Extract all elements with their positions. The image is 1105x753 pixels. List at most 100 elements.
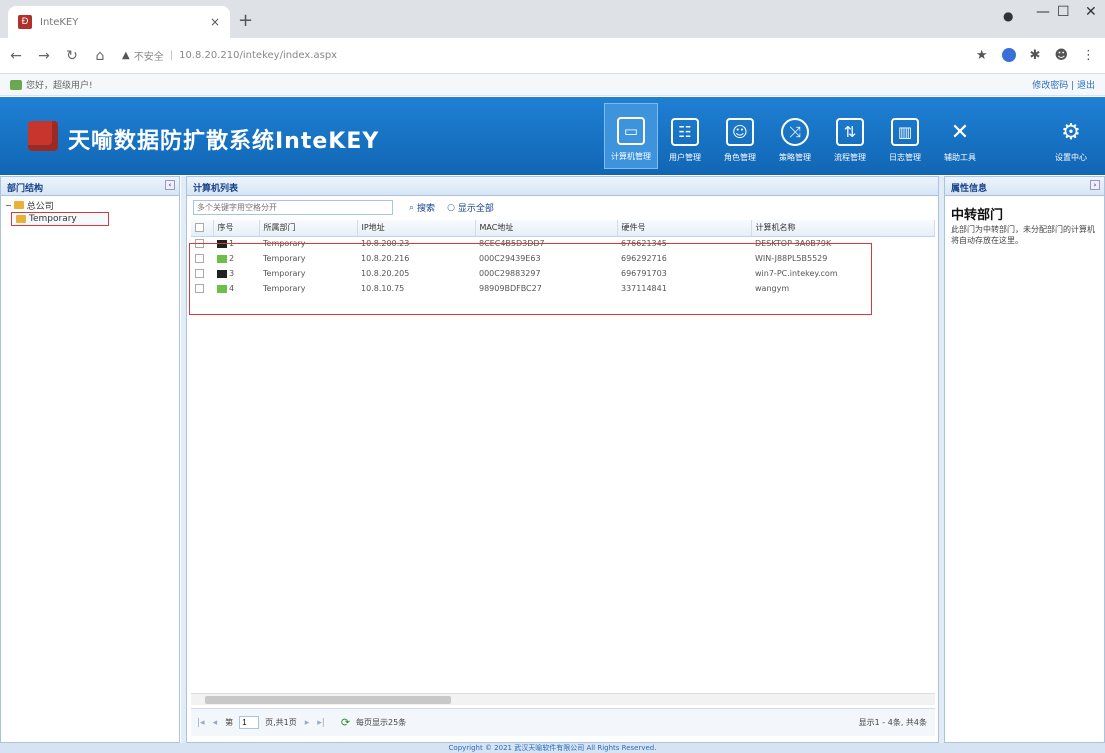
collapse-left-button[interactable]: ‹ bbox=[165, 180, 175, 190]
search-input[interactable] bbox=[193, 200, 393, 215]
computer-list-title: 计算机列表 bbox=[193, 184, 239, 194]
nav-label: 日志管理 bbox=[889, 153, 921, 162]
nav-flow-management[interactable]: ⇅ 流程管理 bbox=[823, 103, 877, 169]
security-warning-text: 不安全 bbox=[133, 52, 164, 63]
dept-cell: Temporary bbox=[263, 239, 306, 249]
show-all-button[interactable]: ○ 显示全部 bbox=[447, 201, 494, 215]
tree-expand-icon[interactable]: − bbox=[5, 201, 12, 210]
nav-log-management[interactable]: ▥ 日志管理 bbox=[878, 103, 932, 169]
profile-dot-icon[interactable]: ● bbox=[1003, 9, 1013, 23]
magnifier-icon: ○ bbox=[447, 202, 455, 213]
app-logo-icon bbox=[28, 121, 58, 151]
row-checkbox[interactable] bbox=[195, 284, 204, 293]
minimize-button[interactable]: — bbox=[1036, 4, 1050, 20]
dept-cell: Temporary bbox=[263, 254, 306, 263]
maximize-button[interactable]: ☐ bbox=[1057, 4, 1070, 20]
nav-user-management[interactable]: ☷ 用户管理 bbox=[658, 103, 712, 169]
table-row[interactable]: 4 Temporary 10.8.10.75 98909BDFBC27 3371… bbox=[191, 281, 935, 296]
menu-dots-icon[interactable]: ⋮ bbox=[1082, 48, 1095, 63]
computer-online-icon bbox=[217, 284, 227, 293]
bookmark-star-icon[interactable]: ★ bbox=[976, 48, 988, 63]
hardware-cell: 676621345 bbox=[621, 239, 667, 249]
row-checkbox[interactable] bbox=[195, 239, 204, 249]
forward-arrow-icon[interactable]: → bbox=[38, 48, 50, 64]
refresh-icon[interactable]: ⟳ bbox=[341, 716, 350, 729]
table-body: 1 Temporary 10.8.200.23 8CEC4B5D3DD7 676… bbox=[191, 236, 935, 296]
col-header[interactable]: 计算机名称 bbox=[751, 220, 935, 237]
roles-icon: ☺ bbox=[726, 118, 754, 146]
col-header[interactable]: 硬件号 bbox=[617, 220, 752, 237]
app-header: 天喻数据防扩散系统InteKEY ▭ 计算机管理 ☷ 用户管理 ☺ 角色管理 ⤨… bbox=[0, 97, 1105, 175]
last-page-icon[interactable]: ▸| bbox=[317, 718, 325, 728]
computer-name-cell: WIN-J88PL5B5529 bbox=[755, 254, 828, 263]
nav-label: 设置中心 bbox=[1055, 153, 1087, 162]
tab-title: InteKEY bbox=[40, 16, 79, 28]
tab-close-icon[interactable]: × bbox=[210, 15, 220, 29]
col-header[interactable]: 所属部门 bbox=[259, 220, 358, 237]
row-checkbox-cell[interactable] bbox=[191, 236, 213, 251]
user-links[interactable]: 修改密码 | 退出 bbox=[1032, 78, 1095, 91]
close-window-button[interactable]: ✕ bbox=[1085, 4, 1097, 20]
table-row[interactable]: 3 Temporary 10.8.20.205 000C29883297 696… bbox=[191, 266, 935, 281]
page-number-input[interactable] bbox=[239, 716, 260, 729]
col-header[interactable]: MAC地址 bbox=[475, 220, 618, 237]
row-checkbox-cell[interactable] bbox=[191, 266, 213, 281]
row-number-cell: 2 bbox=[213, 251, 259, 266]
table-header-row: 序号 所属部门 IP地址 MAC地址 硬件号 计算机名称 bbox=[191, 220, 935, 237]
policy-icon: ⤨ bbox=[781, 118, 809, 146]
page-label-after: 页,共1页 bbox=[265, 718, 297, 727]
prev-page-icon[interactable]: ◂ bbox=[213, 718, 218, 728]
back-arrow-icon[interactable]: ← bbox=[10, 48, 22, 64]
computer-name-cell: win7-PC.intekey.com bbox=[755, 269, 838, 278]
horizontal-scrollbar[interactable] bbox=[191, 693, 935, 705]
nav-label: 辅助工具 bbox=[944, 153, 976, 162]
computer-table: 序号 所属部门 IP地址 MAC地址 硬件号 计算机名称 1 Temporary… bbox=[191, 220, 935, 296]
address-separator: | bbox=[169, 50, 174, 61]
properties-panel-header: 属性信息 › bbox=[944, 176, 1105, 196]
col-header[interactable]: IP地址 bbox=[357, 220, 476, 237]
row-checkbox[interactable] bbox=[195, 254, 204, 263]
next-page-icon[interactable]: ▸ bbox=[305, 718, 310, 728]
address-bar[interactable]: ▲ 不安全 | 10.8.20.210/intekey/index.aspx bbox=[122, 48, 337, 63]
select-all-checkbox[interactable] bbox=[195, 223, 204, 233]
nav-role-management[interactable]: ☺ 角色管理 bbox=[713, 103, 767, 169]
search-button[interactable]: ⌕ 搜索 bbox=[409, 201, 435, 215]
first-page-icon[interactable]: |◂ bbox=[197, 718, 205, 728]
browser-extensions: ★ ✱ ☻ ⋮ bbox=[976, 48, 1095, 63]
computer-list-panel: 计算机列表 ⌕ 搜索 ○ 显示全部 序号 所属部门 IP地址 MAC地址 硬件号… bbox=[186, 176, 939, 743]
table-row[interactable]: 2 Temporary 10.8.20.216 000C29439E63 696… bbox=[191, 251, 935, 266]
puzzle-icon[interactable]: ✱ bbox=[1030, 48, 1041, 63]
row-checkbox-cell[interactable] bbox=[191, 251, 213, 266]
scrollbar-thumb[interactable] bbox=[205, 696, 451, 704]
tree-node-root[interactable]: − 总公司 bbox=[5, 198, 109, 212]
computer-offline-icon bbox=[217, 269, 227, 278]
nav-computer-management[interactable]: ▭ 计算机管理 bbox=[604, 103, 658, 169]
per-page-label[interactable]: 每页显示25条 bbox=[356, 717, 406, 728]
computer-list-header: 计算机列表 bbox=[186, 176, 939, 196]
search-icon: ⌕ bbox=[409, 202, 415, 213]
row-checkbox-cell[interactable] bbox=[191, 281, 213, 296]
select-all-header[interactable] bbox=[191, 220, 214, 237]
nav-settings-center[interactable]: ⚙ 设置中心 bbox=[1040, 103, 1102, 169]
col-header[interactable]: 序号 bbox=[213, 220, 260, 237]
browser-tab[interactable]: Ð InteKEY × bbox=[8, 6, 230, 38]
department-panel: 部门结构 ‹ − 总公司 Temporary bbox=[0, 176, 180, 743]
account-icon[interactable]: ☻ bbox=[1054, 48, 1068, 63]
tree-node-temporary[interactable]: Temporary bbox=[11, 212, 109, 226]
reload-icon[interactable]: ↻ bbox=[66, 48, 78, 64]
nav-policy-management[interactable]: ⤨ 策略管理 bbox=[768, 103, 822, 169]
dept-cell: Temporary bbox=[263, 284, 306, 293]
dept-cell: Temporary bbox=[263, 269, 306, 278]
properties-panel: 属性信息 › 中转部门 此部门为中转部门，未分配部门的计算机将自动存放在这里。 bbox=[944, 176, 1105, 743]
page-summary: 显示1 - 4条, 共4条 bbox=[858, 718, 927, 727]
row-checkbox[interactable] bbox=[195, 269, 204, 278]
extension-icon[interactable] bbox=[1001, 48, 1016, 62]
new-tab-button[interactable]: + bbox=[238, 10, 253, 31]
row-number: 2 bbox=[229, 254, 235, 263]
flow-icon: ⇅ bbox=[836, 118, 864, 146]
nav-assist-tools[interactable]: ✕ 辅助工具 bbox=[933, 103, 987, 169]
home-icon[interactable]: ⌂ bbox=[94, 48, 106, 64]
site-favicon-icon: Ð bbox=[18, 15, 32, 29]
table-row[interactable]: 1 Temporary 10.8.200.23 8CEC4B5D3DD7 676… bbox=[191, 236, 935, 251]
collapse-right-button[interactable]: › bbox=[1090, 180, 1100, 190]
